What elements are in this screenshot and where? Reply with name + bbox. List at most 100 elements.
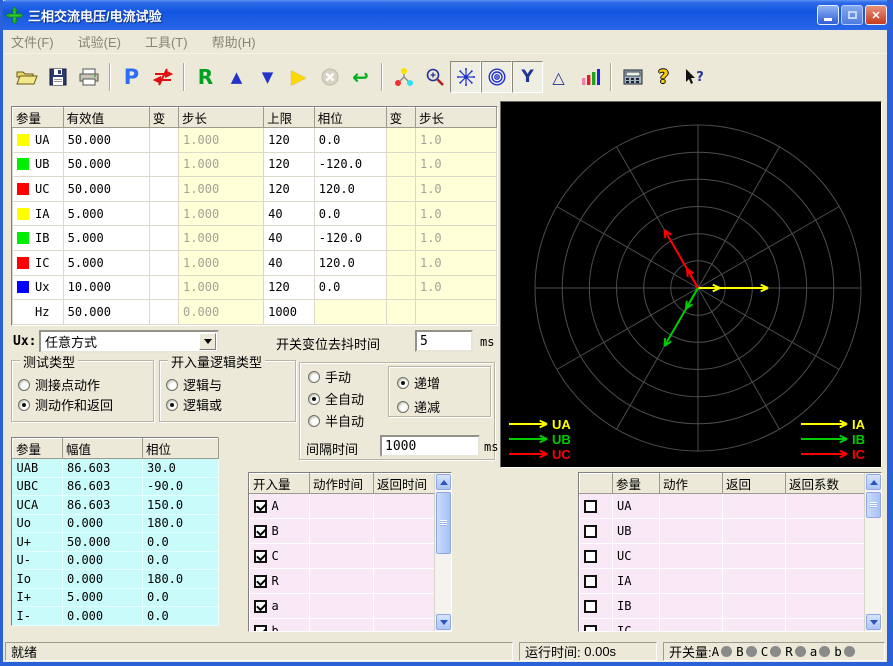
y-connection-icon[interactable]: Y [512,61,543,93]
menu-item-3[interactable]: 帮助(H) [212,32,256,51]
column-header[interactable]: 上限 [264,108,315,128]
save-icon[interactable] [42,61,73,93]
mode-radio-1[interactable]: 全自动 [308,389,364,408]
checkbox[interactable] [254,600,267,613]
param-cell[interactable]: 120 [264,275,315,300]
start-icon[interactable]: ▶ [283,61,314,93]
close-button[interactable]: ✕ [865,5,887,25]
column-header[interactable]: 参量 [13,439,63,459]
interval-input[interactable] [380,435,480,457]
vector-dots-icon[interactable] [388,61,419,93]
menu-item-1[interactable]: 试验(E) [78,32,121,51]
p-output-icon[interactable]: P [116,61,147,93]
param-cell[interactable]: 40 [264,226,315,251]
ux-mode-select[interactable]: 任意方式 [39,330,219,353]
mode-radio-2[interactable]: 半自动 [308,411,364,430]
param-cell[interactable] [149,177,178,202]
param-cell[interactable]: 50.000 [63,128,149,153]
param-cell[interactable]: 5.000 [63,250,149,275]
debounce-input[interactable] [415,330,473,352]
check-cell[interactable]: C [250,544,310,569]
param-cell[interactable] [149,152,178,177]
check-cell[interactable]: R [250,569,310,594]
checkbox[interactable] [254,625,267,631]
context-help-icon[interactable]: ? [679,61,710,93]
param-cell[interactable]: 0.0 [314,275,386,300]
result-table-scrollbar[interactable] [864,473,881,631]
column-header[interactable]: 相位 [143,439,219,459]
column-header[interactable]: 变 [386,108,415,128]
param-cell[interactable] [149,250,178,275]
checkbox[interactable] [254,575,267,588]
param-cell[interactable]: 1000 [264,300,315,325]
checkbox[interactable] [254,500,267,513]
check-cell[interactable]: A [250,494,310,519]
check-cell[interactable] [580,619,613,632]
checkbox[interactable] [254,525,267,538]
column-header[interactable]: 步长 [415,108,496,128]
param-cell[interactable]: 0.0 [314,201,386,226]
open-icon[interactable] [11,61,42,93]
check-cell[interactable] [580,494,613,519]
stop-icon[interactable] [314,61,345,93]
param-cell[interactable]: 120 [264,152,315,177]
column-header[interactable]: 参量 [613,474,660,494]
direction-radio-1[interactable]: 递减 [397,397,440,416]
print-icon[interactable] [73,61,104,93]
phase-swap-icon[interactable] [147,61,178,93]
scrollbar-thumb[interactable] [436,492,451,554]
check-cell[interactable] [580,569,613,594]
help-icon[interactable]: ? [648,61,679,93]
maximize-button[interactable] [841,5,863,25]
param-cell[interactable]: 50.000 [63,300,149,325]
check-cell[interactable]: b [250,619,310,632]
column-header[interactable]: 相位 [314,108,386,128]
menu-item-0[interactable]: 文件(F) [11,32,54,51]
mode-radio-0[interactable]: 手动 [308,367,351,386]
bar-view-icon[interactable] [574,61,605,93]
minimize-button[interactable] [817,5,839,25]
column-header[interactable]: 幅值 [63,439,143,459]
rings-view-icon[interactable] [481,61,512,93]
chevron-down-icon[interactable] [199,333,216,350]
column-header[interactable]: 动作时间 [310,474,374,494]
param-cell[interactable]: 40 [264,201,315,226]
checkbox[interactable] [584,500,597,513]
zoom-icon[interactable] [419,61,450,93]
param-cell[interactable]: 0.0 [314,128,386,153]
column-header[interactable]: 动作 [660,474,723,494]
checkbox[interactable] [584,575,597,588]
param-cell[interactable]: 120.0 [314,177,386,202]
checkbox[interactable] [254,550,267,563]
param-cell[interactable]: -120.0 [314,152,386,177]
param-cell[interactable]: -120.0 [314,226,386,251]
delta-connection-icon[interactable]: △ [543,61,574,93]
check-cell[interactable] [580,594,613,619]
logic-type-radio-1[interactable]: 逻辑或 [166,395,222,414]
param-cell[interactable]: 120 [264,128,315,153]
undo-icon[interactable]: ↩ [345,61,376,93]
column-header[interactable]: 返回时间 [374,474,435,494]
check-cell[interactable] [580,544,613,569]
check-cell[interactable]: B [250,519,310,544]
checkbox[interactable] [584,625,597,631]
scroll-up-icon[interactable] [436,474,451,490]
column-header[interactable]: 有效值 [63,108,149,128]
column-header[interactable]: 开入量 [250,474,310,494]
calculator-icon[interactable] [617,61,648,93]
param-cell[interactable]: 40 [264,250,315,275]
param-cell[interactable] [149,226,178,251]
input-table-scrollbar[interactable] [434,473,451,631]
param-cell[interactable] [149,128,178,153]
param-cell[interactable] [149,300,178,325]
column-header[interactable]: 参量 [13,108,64,128]
test-type-radio-0[interactable]: 测接点动作 [18,375,100,394]
param-cell[interactable] [149,201,178,226]
rays-view-icon[interactable] [450,61,481,93]
logic-type-radio-0[interactable]: 逻辑与 [166,375,222,394]
raise-icon[interactable]: ▲ [221,61,252,93]
param-cell[interactable]: 50.000 [63,152,149,177]
test-type-radio-1[interactable]: 测动作和返回 [18,395,113,414]
lower-icon[interactable]: ▼ [252,61,283,93]
column-header[interactable]: 返回系数 [786,474,865,494]
